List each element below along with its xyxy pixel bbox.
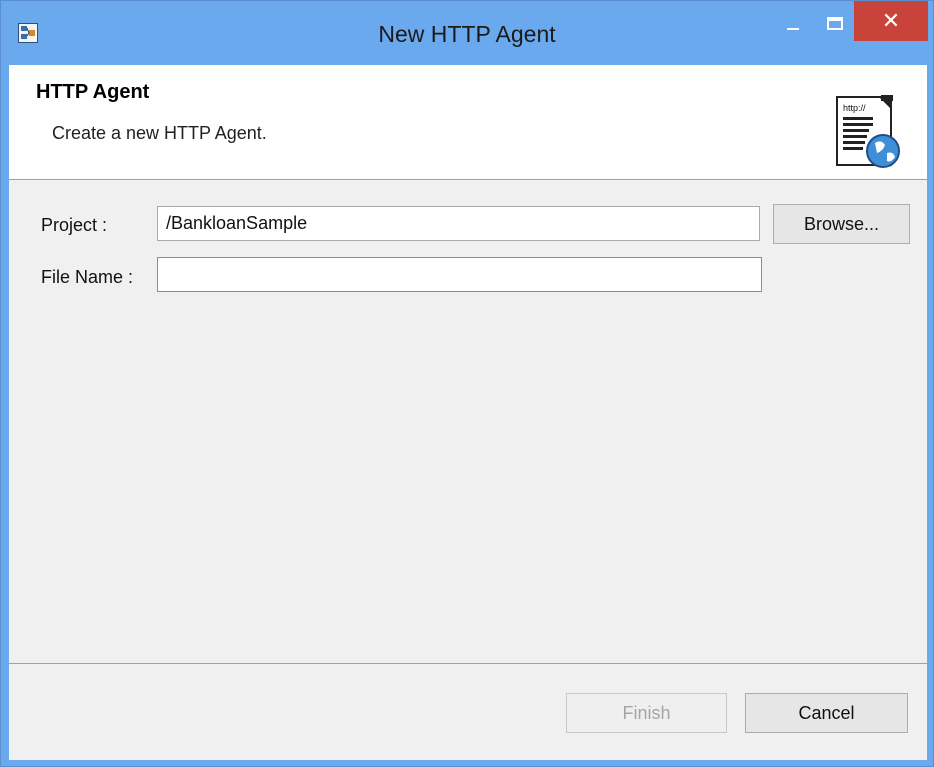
wizard-footer: Finish Cancel — [9, 663, 927, 760]
banner-title: HTTP Agent — [36, 81, 150, 103]
finish-button[interactable]: Finish — [566, 693, 727, 733]
maximize-icon — [827, 17, 843, 30]
project-label: Project : — [41, 215, 108, 235]
browse-button[interactable]: Browse... — [773, 204, 910, 244]
http-icon-text: http:// — [843, 103, 866, 113]
close-button[interactable]: ✕ — [854, 1, 928, 41]
file-name-field[interactable] — [157, 257, 762, 292]
close-icon: ✕ — [881, 8, 901, 33]
project-field[interactable]: /BankloanSample — [157, 206, 760, 241]
title-bar[interactable]: New HTTP Agent ✕ — [1, 1, 933, 65]
maximize-button[interactable] — [816, 3, 854, 41]
file-name-label: File Name : — [41, 267, 134, 287]
minimize-button[interactable] — [774, 3, 812, 41]
wizard-content: Project : /BankloanSample Browse... File… — [9, 180, 927, 663]
new-http-agent-dialog: New HTTP Agent ✕ HTTP Agent Create a new… — [0, 0, 934, 767]
wizard-banner: HTTP Agent Create a new HTTP Agent. http… — [9, 65, 927, 180]
minimize-icon — [787, 28, 799, 30]
banner-description: Create a new HTTP Agent. — [52, 123, 267, 143]
cancel-button[interactable]: Cancel — [745, 693, 908, 733]
http-document-globe-icon: http:// — [833, 93, 905, 173]
